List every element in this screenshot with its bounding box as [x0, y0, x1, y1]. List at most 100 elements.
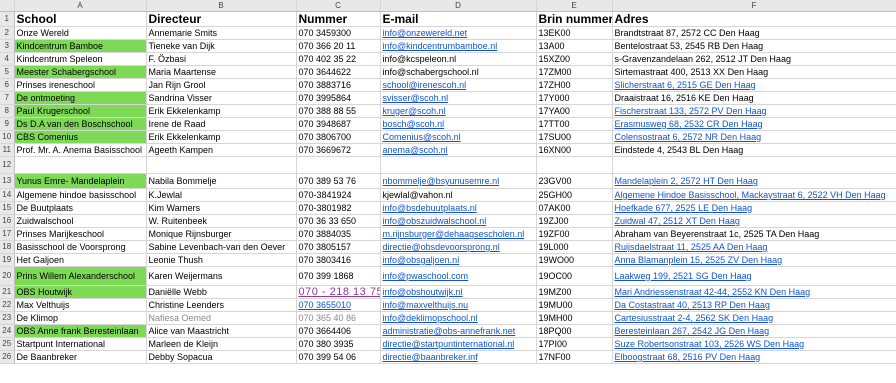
email-cell[interactable]: info@bsdebuutplaats.nl [380, 201, 537, 215]
column-header[interactable]: B [146, 0, 297, 12]
address-cell[interactable] [611, 156, 896, 174]
address-cell[interactable]: Brandtstraat 87, 2572 CC Den Haag [611, 26, 896, 40]
row-header[interactable]: 5 [0, 65, 15, 79]
email-cell[interactable]: school@irenescoh.nl [380, 78, 537, 92]
email-cell[interactable]: E-mail [380, 11, 537, 27]
brin-cell[interactable]: 19MH00 [536, 311, 613, 325]
email-cell[interactable]: bosch@scoh.nl [380, 117, 537, 131]
director-cell[interactable]: Kim Warners [146, 201, 297, 215]
row-header[interactable]: 16 [0, 214, 15, 228]
email-cell[interactable]: m.rijnsburger@dehaagsescholen.nl [380, 227, 537, 241]
brin-cell[interactable]: 17SU00 [536, 130, 613, 144]
address-cell[interactable]: Beresteinlaan 267, 2542 JG Den Haag [611, 324, 896, 338]
school-cell[interactable]: De ontmoeting [14, 91, 147, 105]
address-cell[interactable]: Draaistraat 16, 2516 KE Den Haag [611, 91, 896, 105]
school-cell[interactable]: OBS Anne frank Beresteinlaan [14, 324, 147, 338]
school-cell[interactable]: Ds D.A van den Boschschool [14, 117, 147, 131]
phone-cell[interactable]: 070 3883716 [296, 78, 381, 92]
brin-cell[interactable]: 13EK00 [536, 26, 613, 40]
email-cell[interactable]: kjewlal@vahon.nl [380, 188, 537, 202]
school-cell[interactable]: Prof. Mr. A. Anema Basisschool [14, 143, 147, 157]
director-cell[interactable]: Annemarie Smits [146, 26, 297, 40]
row-header[interactable]: 6 [0, 78, 15, 92]
phone-cell[interactable]: 070 3459300 [296, 26, 381, 40]
address-cell[interactable]: Cartesiusstraat 2-4, 2562 SK Den Haag [611, 311, 896, 325]
brin-cell[interactable]: 17Y000 [536, 91, 613, 105]
brin-cell[interactable]: 17NF00 [536, 350, 613, 364]
director-cell[interactable]: Nabila Bommelje [146, 173, 297, 189]
phone-cell[interactable]: 070 388 88 55 [296, 104, 381, 118]
row-header[interactable]: 3 [0, 39, 15, 53]
row-header[interactable]: 21 [0, 285, 15, 299]
director-cell[interactable]: Alice van Maastricht [146, 324, 297, 338]
column-header[interactable]: C [296, 0, 381, 12]
brin-cell[interactable] [536, 156, 613, 174]
address-cell[interactable]: Eindstede 4, 2543 BL Den Haag [611, 143, 896, 157]
row-header[interactable]: 18 [0, 240, 15, 254]
director-cell[interactable]: Daniëlle Webb [146, 285, 297, 299]
director-cell[interactable]: Debby Sopacua [146, 350, 297, 364]
email-cell[interactable]: info@obszuidwalschool.nl [380, 214, 537, 228]
phone-cell[interactable]: 070 3995864 [296, 91, 381, 105]
row-header[interactable]: 22 [0, 298, 15, 312]
address-cell[interactable]: Mari Andriessenstraat 42-44, 2552 KN Den… [611, 285, 896, 299]
school-cell[interactable]: Paul Krugerschool [14, 104, 147, 118]
brin-cell[interactable]: 17YA00 [536, 104, 613, 118]
email-cell[interactable]: info@kindcentrumbamboe.nl [380, 39, 537, 53]
phone-cell[interactable] [296, 156, 381, 174]
brin-cell[interactable]: 19MU00 [536, 298, 613, 312]
phone-cell[interactable]: 070 366 20 11 [296, 39, 381, 53]
brin-cell[interactable]: 17ZH00 [536, 78, 613, 92]
row-header[interactable]: 14 [0, 188, 15, 202]
address-cell[interactable]: Bentelostraat 53, 2545 RB Den Haag [611, 39, 896, 53]
column-header[interactable]: D [380, 0, 537, 12]
row-header[interactable]: 23 [0, 311, 15, 325]
phone-cell[interactable]: 070 3948687 [296, 117, 381, 131]
address-cell[interactable]: Suze Robertsonstraat 103, 2526 WS Den Ha… [611, 337, 896, 351]
school-cell[interactable]: Kindcentrum Bamboe [14, 39, 147, 53]
address-cell[interactable]: Mandelaplein 2, 2572 HT Den Haag [611, 173, 896, 189]
director-cell[interactable]: Tieneke van Dijk [146, 39, 297, 53]
phone-cell[interactable]: 070 399 54 06 [296, 350, 381, 364]
director-cell[interactable]: Nafiesa Oemed [146, 311, 297, 325]
row-header[interactable]: 20 [0, 266, 15, 286]
school-cell[interactable]: Yunus Emre- Mandelaplein [14, 173, 147, 189]
director-cell[interactable]: K.Jewlal [146, 188, 297, 202]
director-cell[interactable]: Sabine Levenbach-van den Oever [146, 240, 297, 254]
director-cell[interactable]: Leonie Thush [146, 253, 297, 267]
email-cell[interactable]: directie@startpuntinternational.nl [380, 337, 537, 351]
brin-cell[interactable]: 23GV00 [536, 173, 613, 189]
brin-cell[interactable]: 19ZJ00 [536, 214, 613, 228]
brin-cell[interactable]: 19MZ00 [536, 285, 613, 299]
email-cell[interactable]: info@obshoutwijk.nl [380, 285, 537, 299]
director-cell[interactable]: F. Özbasi [146, 52, 297, 66]
director-cell[interactable]: Directeur [146, 11, 297, 27]
column-header[interactable]: A [14, 0, 147, 12]
row-header[interactable]: 7 [0, 91, 15, 105]
phone-cell[interactable]: 070-3841924 [296, 188, 381, 202]
email-cell[interactable]: kruger@scoh.nl [380, 104, 537, 118]
phone-cell[interactable]: 070 399 1868 [296, 266, 381, 286]
address-cell[interactable]: Abraham van Beyerenstraat 1c, 2525 TA De… [611, 227, 896, 241]
brin-cell[interactable]: 15XZ00 [536, 52, 613, 66]
email-cell[interactable]: info@kcspeleon.nl [380, 52, 537, 66]
brin-cell[interactable]: 07AK00 [536, 201, 613, 215]
email-cell[interactable]: Comenius@scoh.nl [380, 130, 537, 144]
address-cell[interactable]: Adres [611, 11, 896, 27]
director-cell[interactable] [146, 156, 297, 174]
email-cell[interactable]: info@maxvelthuijs.nu [380, 298, 537, 312]
address-cell[interactable]: Algemene Hindoe Basisschool, Mackaystraa… [611, 188, 896, 202]
school-cell[interactable]: De Baanbreker [14, 350, 147, 364]
school-cell[interactable]: Kindcentrum Speleon [14, 52, 147, 66]
phone-cell[interactable]: 070 3669672 [296, 143, 381, 157]
director-cell[interactable]: W. Ruitenbeek [146, 214, 297, 228]
email-cell[interactable]: svisser@scoh.nl [380, 91, 537, 105]
phone-cell[interactable]: 070 3884035 [296, 227, 381, 241]
email-cell[interactable]: directie@baanbreker.inf [380, 350, 537, 364]
school-cell[interactable]: De Buutplaats [14, 201, 147, 215]
director-cell[interactable]: Marleen de Kleijn [146, 337, 297, 351]
school-cell[interactable]: CBS Comenius [14, 130, 147, 144]
row-header[interactable]: 12 [0, 156, 15, 174]
row-header[interactable]: 2 [0, 26, 15, 40]
email-cell[interactable]: administratie@obs-annefrank.net [380, 324, 537, 338]
